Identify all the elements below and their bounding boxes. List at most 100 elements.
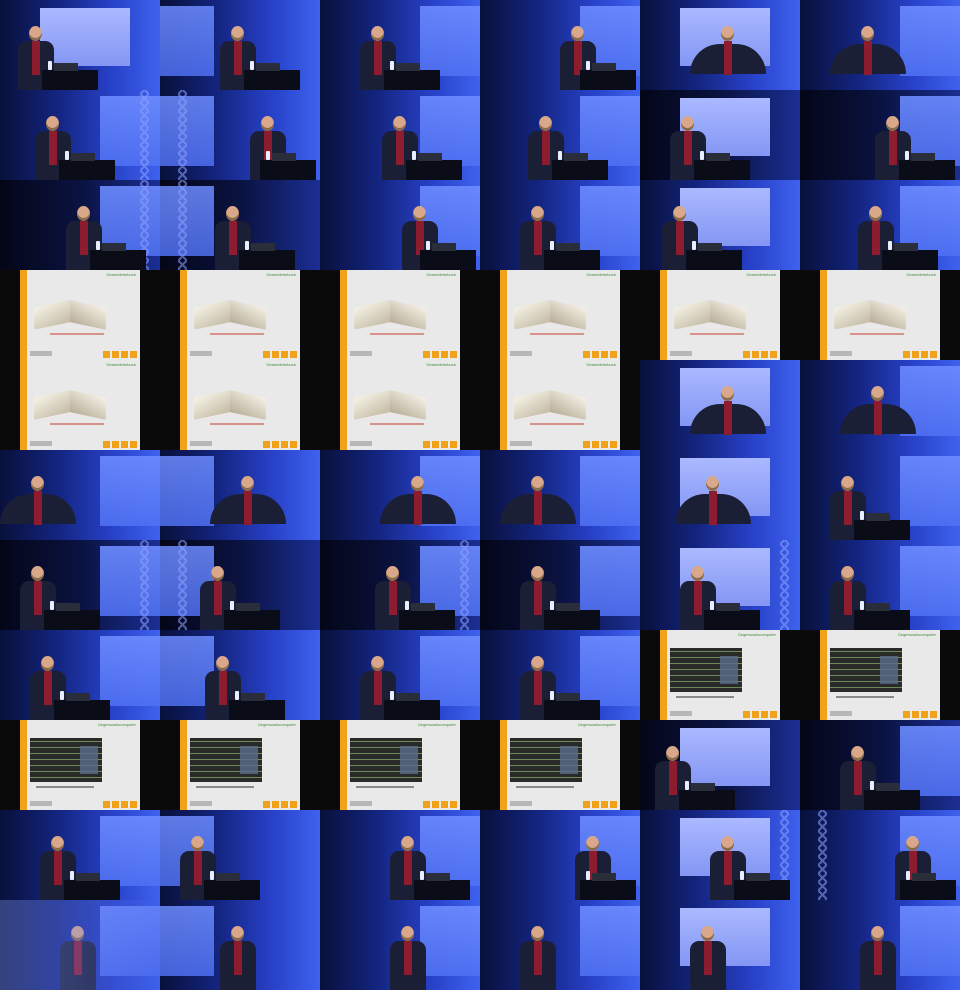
lectern — [882, 243, 938, 270]
water-bottle — [586, 61, 590, 70]
water-bottle — [60, 691, 64, 700]
slide-caption-line — [516, 786, 574, 788]
lighting-truss — [140, 540, 149, 630]
speaker-head — [851, 746, 864, 761]
contact-sheet-grid: Gesendeterbuch Gesendeterbuch Gesendeterbu… — [0, 0, 960, 990]
speaker-shirt — [219, 671, 227, 705]
frame-tile — [320, 810, 480, 900]
frame-tile — [640, 180, 800, 270]
speaker — [380, 476, 456, 540]
nav-square — [761, 711, 768, 718]
speaker-shirt — [534, 671, 542, 705]
slide-caption-line — [676, 696, 734, 698]
speaker — [390, 926, 426, 990]
speaker-head — [531, 566, 544, 581]
speaker — [690, 926, 726, 990]
water-bottle — [870, 781, 874, 790]
speaker-head — [531, 656, 544, 671]
book-image — [354, 390, 426, 420]
slide-nav-squares — [583, 441, 617, 448]
slide-footer-logo — [670, 351, 692, 356]
frame-tile — [800, 720, 960, 810]
book-image — [514, 300, 586, 330]
speaker-shirt — [874, 941, 882, 975]
water-bottle — [65, 151, 69, 160]
water-bottle — [700, 151, 704, 160]
book-image — [194, 300, 266, 330]
water-bottle — [50, 601, 54, 610]
nav-square — [610, 351, 617, 358]
slide-nav-squares — [103, 801, 137, 808]
nav-square — [290, 351, 297, 358]
frame-tile — [800, 0, 960, 90]
speaker-head — [241, 476, 254, 491]
frame-tile — [0, 810, 160, 900]
frame-tile — [640, 900, 800, 990]
speaker-shirt — [542, 131, 550, 165]
slide-title: Gesendeterbuch — [426, 272, 456, 277]
water-bottle — [250, 61, 254, 70]
nav-square — [752, 351, 759, 358]
slide-nav-squares — [103, 441, 137, 448]
frame-tile: Gesendeterbuch — [640, 270, 800, 360]
speaker-head — [386, 566, 399, 581]
speaker-head — [539, 116, 552, 131]
slide-panel: Gesendeterbuch — [20, 270, 140, 360]
slide-title: Gesendeterbuch — [426, 362, 456, 367]
slide-title: Gesendeterbuch — [106, 272, 136, 277]
speaker-head — [41, 656, 54, 671]
speaker-head — [701, 926, 714, 941]
nav-square — [272, 441, 279, 448]
water-bottle — [235, 691, 239, 700]
lectern — [544, 243, 600, 270]
speaker-head — [586, 836, 599, 851]
nav-square — [601, 351, 608, 358]
speaker-shirt — [244, 491, 252, 525]
water-bottle — [550, 241, 554, 250]
frame-tile — [160, 90, 320, 180]
lectern — [864, 783, 920, 810]
frame-tile — [480, 90, 640, 180]
speaker-shirt — [724, 851, 732, 885]
nav-square — [263, 801, 270, 808]
lectern — [544, 603, 600, 630]
speaker-head — [531, 206, 544, 221]
frame-tile — [480, 0, 640, 90]
slide-footer-logo — [190, 441, 212, 446]
speaker-shirt — [534, 941, 542, 975]
slide-panel: Gesendeterbuch — [500, 270, 620, 360]
slide-footer-logo — [190, 351, 212, 356]
speaker-shirt — [669, 761, 677, 795]
lectern — [854, 513, 910, 540]
slide-panel: Gesendeterbuch — [340, 270, 460, 360]
slide-panel: Gegenwartscomputer — [660, 630, 780, 720]
water-bottle — [420, 871, 424, 880]
frame-tile: Gegenwartscomputer — [800, 630, 960, 720]
slide-caption-line — [356, 786, 414, 788]
speaker-shirt — [34, 491, 42, 525]
nav-square — [112, 801, 119, 808]
speaker — [210, 476, 286, 540]
speaker-shirt — [889, 131, 897, 165]
slide-nav-squares — [583, 351, 617, 358]
nav-square — [921, 351, 928, 358]
lectern — [899, 153, 955, 180]
slide-caption-line — [850, 333, 904, 335]
speaker-head — [841, 566, 854, 581]
lectern — [54, 693, 110, 720]
water-bottle — [48, 61, 52, 70]
frame-tile — [480, 900, 640, 990]
slide-title: Gesendeterbuch — [906, 272, 936, 277]
frame-tile — [640, 540, 800, 630]
nav-square — [263, 441, 270, 448]
slide-footer-logo — [350, 801, 372, 806]
frame-tile: Gegenwartscomputer — [0, 720, 160, 810]
speaker-head — [371, 26, 384, 41]
speaker-head — [29, 26, 42, 41]
book-image — [354, 300, 426, 330]
slide-title: Gesendeterbuch — [106, 362, 136, 367]
speaker — [675, 476, 751, 540]
speaker-shirt — [414, 491, 422, 525]
speaker-shirt — [404, 851, 412, 885]
nav-square — [583, 801, 590, 808]
